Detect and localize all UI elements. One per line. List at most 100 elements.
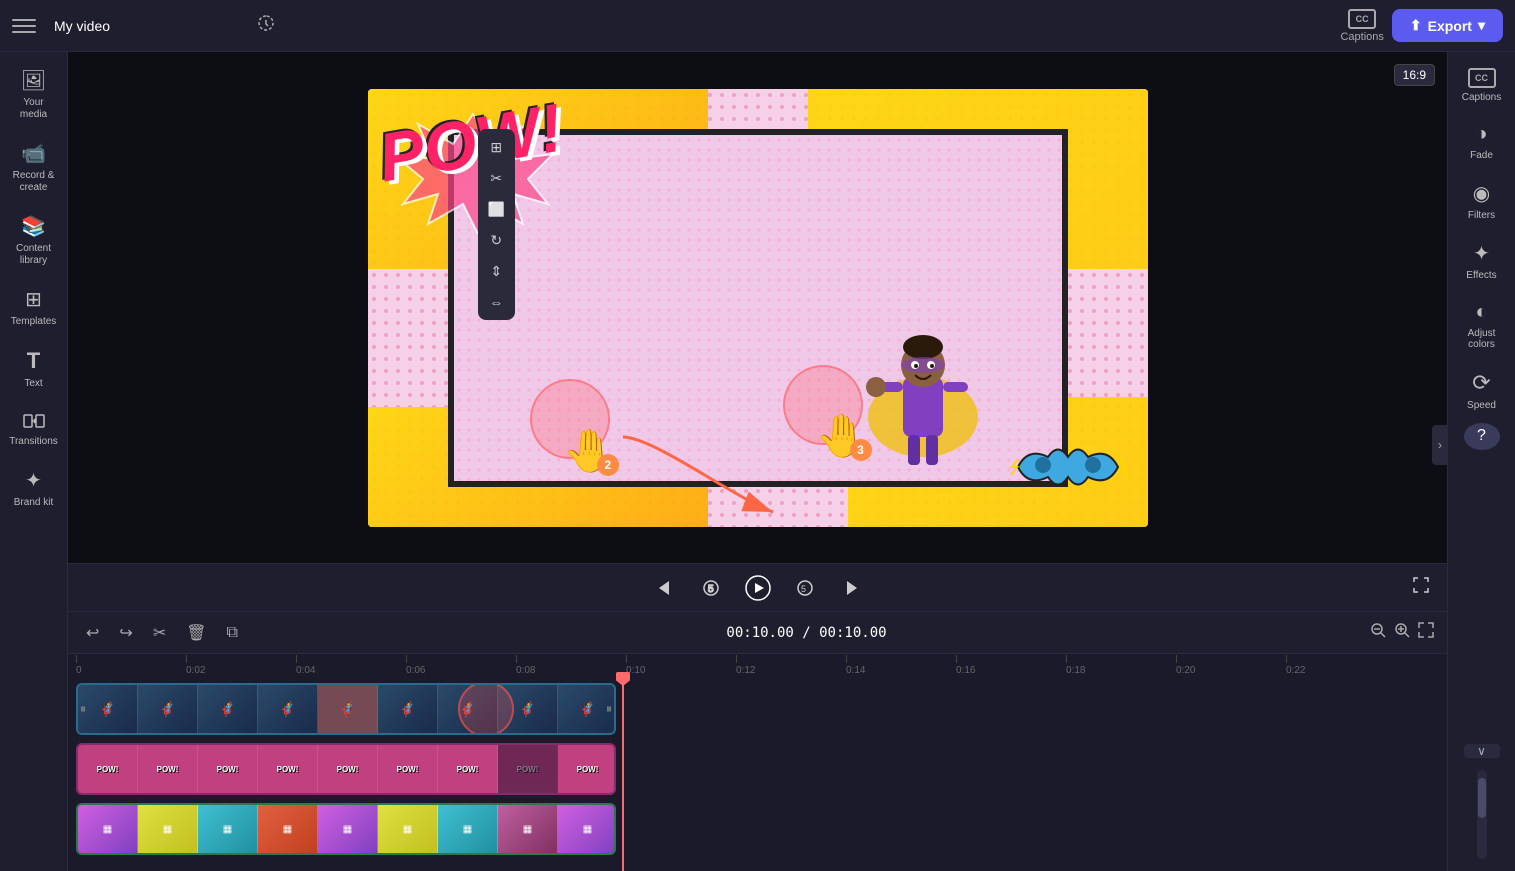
thumb-3-1: ▦: [78, 805, 138, 853]
text-icon: T: [27, 348, 40, 374]
save-to-cloud-button[interactable]: [253, 10, 279, 41]
sidebar-item-label-templates: Templates: [11, 316, 57, 328]
sidebar-item-transitions[interactable]: Transitions: [5, 402, 63, 456]
forward-button[interactable]: 5: [791, 574, 819, 602]
brand-kit-icon: ✦: [25, 468, 42, 493]
mask-decoration: [1008, 437, 1128, 502]
sidebar-item-your-media[interactable]: 🖼 Your media: [5, 60, 63, 129]
delete-button[interactable]: 🗑: [180, 619, 212, 647]
sidebar-item-content-library[interactable]: 📚 Content library: [5, 206, 63, 275]
ruler-mark-14: 0:14: [846, 655, 956, 676]
thumb-2-4: POW!: [258, 745, 318, 793]
help-button[interactable]: ?: [1464, 423, 1500, 450]
zoom-out-button[interactable]: [1369, 621, 1387, 644]
sidebar-item-brand-kit[interactable]: ✦ Brand kit: [5, 460, 63, 517]
thumb-1-1: 🦸: [78, 685, 138, 733]
thumb-3-8: ▦: [498, 805, 558, 853]
effects-icon: ✦: [1473, 241, 1490, 266]
toolbar-crop-btn[interactable]: ✂: [482, 164, 511, 193]
ruler-mark-16: 0:16: [956, 655, 1066, 676]
topbar-left: [12, 10, 1340, 41]
thumb-3-5: ▦: [318, 805, 378, 853]
center-area: POW!: [68, 52, 1447, 871]
sidebar-item-label-brand-kit: Brand kit: [14, 497, 53, 509]
project-name-input[interactable]: [46, 14, 243, 38]
thumb-1-4: 🦸: [258, 685, 318, 733]
timeline-area: ↩ ↪ ✂ 🗑 ⧉ 00:10.00 / 00:10.00: [68, 611, 1447, 871]
track-clip-1[interactable]: 🦸 🦸 🦸 🦸 🦸 🦸 🦸 🦸 🦸 ⏸: [76, 683, 616, 735]
ruler-mark-12: 0:12: [736, 655, 846, 676]
thumb-2-8-faded: POW!: [498, 745, 558, 793]
right-item-adjust-colors[interactable]: ◐ Adjust colors: [1452, 293, 1512, 358]
thumb-3-7: ▦: [438, 805, 498, 853]
thumb-3-6: ▦: [378, 805, 438, 853]
track-1-row: 🦸 🦸 🦸 🦸 🦸 🦸 🦸 🦸 🦸 ⏸: [68, 680, 1447, 738]
copy-button[interactable]: ⧉: [221, 620, 244, 646]
fullscreen-button[interactable]: [1411, 575, 1431, 600]
skip-forward-button[interactable]: [839, 574, 867, 602]
right-item-label-filters: Filters: [1468, 210, 1495, 221]
toolbar-flip-v-btn[interactable]: ⇕: [482, 257, 511, 286]
menu-button[interactable]: [12, 14, 36, 38]
timeline-time-display: 00:10.00 / 00:10.00: [252, 625, 1361, 641]
toolbar-rotate-btn[interactable]: ↻: [482, 226, 511, 255]
ruler-mark-20: 0:20: [1176, 655, 1286, 676]
sidebar-item-record-create[interactable]: 📹 Record &create: [5, 133, 63, 202]
expand-timeline-button[interactable]: [1417, 621, 1435, 644]
right-item-label-captions: Captions: [1462, 92, 1501, 103]
toolbar-screen-btn[interactable]: ⬜: [482, 195, 511, 224]
right-item-effects[interactable]: ✦ Effects: [1452, 233, 1512, 289]
track-clip-2[interactable]: POW! POW! POW! POW! POW! POW! POW! POW! …: [76, 743, 616, 795]
thumb-1-3: 🦸: [198, 685, 258, 733]
collapse-right-sidebar-button[interactable]: ›: [1432, 425, 1448, 465]
captions-button[interactable]: CC Captions: [1340, 9, 1383, 43]
right-sidebar-scrollbar[interactable]: [1477, 770, 1487, 859]
track-1-handle-left: ⏸: [80, 702, 86, 717]
skip-back-button[interactable]: [649, 574, 677, 602]
right-item-label-adjust-colors: Adjust colors: [1456, 328, 1508, 350]
export-chevron-icon: ▾: [1478, 17, 1485, 34]
right-item-speed[interactable]: ⟳ Speed: [1452, 362, 1512, 419]
track-3-thumb-strip: ▦ ▦ ▦ ▦ ▦ ▦ ▦ ▦ ▦: [78, 805, 614, 853]
timeline-toolbar: ↩ ↪ ✂ 🗑 ⧉ 00:10.00 / 00:10.00: [68, 612, 1447, 654]
thumb-1-5-highlight: 🦸: [318, 685, 378, 733]
hand-cursor-2: 🤚 2: [563, 430, 615, 472]
track-clip-3[interactable]: ▦ ▦ ▦ ▦ ▦ ▦ ▦ ▦ ▦: [76, 803, 616, 855]
floating-toolbar: ⊞ ✂ ⬜ ↻ ⇕ ⇔: [478, 129, 515, 320]
track-2-row: POW! POW! POW! POW! POW! POW! POW! POW! …: [68, 740, 1447, 798]
right-item-captions[interactable]: CC Captions: [1452, 60, 1512, 111]
video-preview[interactable]: POW!: [68, 52, 1447, 563]
right-item-fade[interactable]: ◑ Fade: [1452, 115, 1512, 169]
filters-icon: ◉: [1473, 181, 1490, 206]
ruler-mark-04: 0:04: [296, 655, 406, 676]
rewind-button[interactable]: 5: [697, 574, 725, 602]
right-item-filters[interactable]: ◉ Filters: [1452, 173, 1512, 229]
right-sidebar-scrollbar-thumb: [1478, 778, 1486, 818]
cut-button[interactable]: ✂: [147, 619, 172, 647]
record-create-icon: 📹: [21, 141, 46, 166]
thumb-1-2: 🦸: [138, 685, 198, 733]
zoom-in-button[interactable]: [1393, 621, 1411, 644]
ruler-mark-10: 0:10: [626, 655, 736, 676]
right-sidebar: › CC Captions ◑ Fade ◉ Filters ✦ Effects…: [1447, 52, 1515, 871]
sidebar-item-templates[interactable]: ⊞ Templates: [5, 279, 63, 336]
sidebar-item-label-record: Record &create: [13, 170, 55, 194]
toolbar-position-btn[interactable]: ⊞: [482, 133, 511, 162]
hand-cursor-3: 🤚 3: [815, 415, 867, 457]
toolbar-flip-h-btn[interactable]: ⇔: [482, 288, 511, 316]
play-button[interactable]: [745, 575, 771, 601]
redo-button[interactable]: ↪: [113, 619, 138, 647]
right-item-label-speed: Speed: [1467, 400, 1496, 411]
cursor-num-2: 2: [597, 454, 619, 476]
transitions-icon: [23, 410, 45, 432]
export-button[interactable]: ⬆ Export ▾: [1392, 9, 1503, 42]
undo-button[interactable]: ↩: [80, 619, 105, 647]
thumb-1-6: 🦸: [378, 685, 438, 733]
sidebar-item-text[interactable]: T Text: [5, 340, 63, 398]
right-item-label-effects: Effects: [1466, 270, 1496, 281]
scroll-down-button[interactable]: ∨: [1464, 744, 1500, 759]
timeline-scroll[interactable]: 0 0:02 0:04 0:06 0:08 0:10 0:12 0:14 0:1…: [68, 654, 1447, 871]
thumb-2-6: POW!: [378, 745, 438, 793]
thumb-3-3: ▦: [198, 805, 258, 853]
cursor-num-3: 3: [850, 439, 872, 461]
